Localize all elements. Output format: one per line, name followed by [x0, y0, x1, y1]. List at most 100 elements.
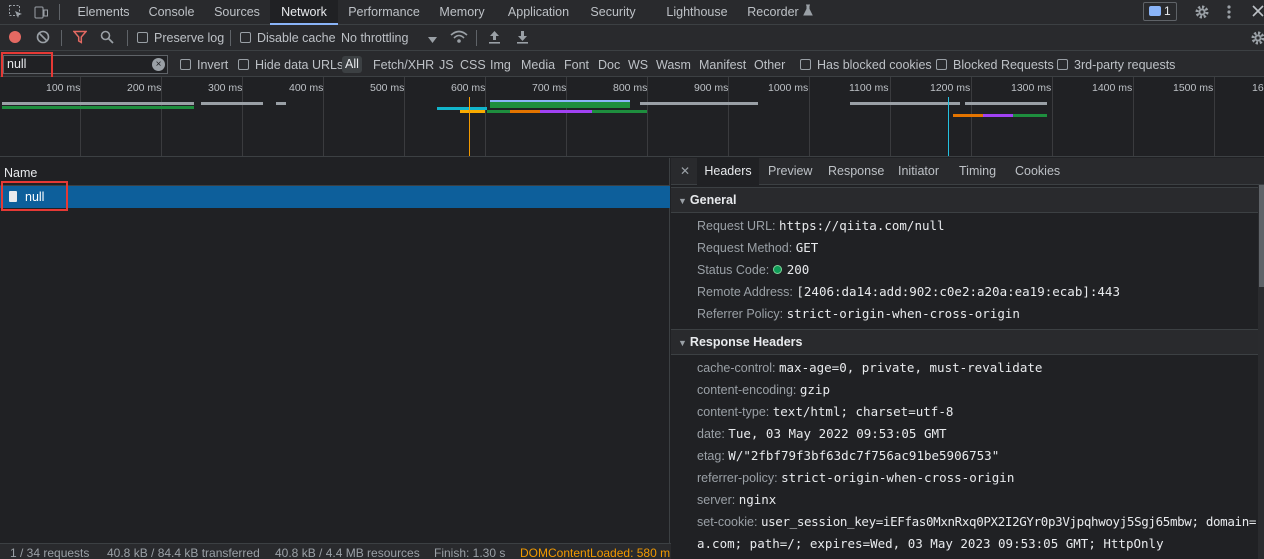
- type-filter-manifest[interactable]: Manifest: [699, 57, 746, 73]
- has-blocked-cookies-checkbox[interactable]: Has blocked cookies: [800, 57, 932, 73]
- header-key: Referrer Policy:: [697, 307, 784, 321]
- expand-triangle-icon: ▼: [678, 196, 687, 206]
- invert-label: Invert: [197, 58, 229, 72]
- blocked-requests-check[interactable]: [936, 59, 947, 70]
- ruler-label: 600 ms: [451, 82, 486, 94]
- clear-icon[interactable]: [36, 30, 50, 46]
- toolbar-separator: [476, 30, 477, 46]
- general-section-header[interactable]: ▼ General: [671, 187, 1258, 213]
- invert-check[interactable]: [180, 59, 191, 70]
- column-header-name[interactable]: Name: [0, 162, 670, 186]
- tab-console[interactable]: Console: [140, 0, 203, 25]
- issues-messages-badge[interactable]: 1: [1143, 2, 1177, 21]
- search-icon[interactable]: [100, 30, 114, 46]
- tab-response[interactable]: Response: [828, 158, 884, 185]
- disable-cache-label: Disable cache: [257, 31, 336, 45]
- type-filter-css[interactable]: CSS: [460, 57, 486, 73]
- type-filter-other[interactable]: Other: [754, 57, 785, 73]
- device-toolbar-icon[interactable]: [33, 4, 49, 20]
- settings-gear-icon[interactable]: [1194, 4, 1210, 20]
- type-filter-all[interactable]: All: [342, 56, 362, 73]
- type-filter-fetch-xhr[interactable]: Fetch/XHR: [373, 57, 434, 73]
- ruler-label: 1000 ms: [768, 82, 809, 94]
- third-party-requests-checkbox[interactable]: 3rd-party requests: [1057, 57, 1175, 73]
- tab-network[interactable]: Network: [270, 0, 338, 25]
- has-blocked-cookies-check[interactable]: [800, 59, 811, 70]
- type-filter-ws[interactable]: WS: [628, 57, 648, 73]
- tab-memory[interactable]: Memory: [432, 0, 492, 25]
- preserve-log-checkbox[interactable]: Preserve log: [137, 30, 224, 46]
- status-transferred: 40.8 kB / 84.4 kB transferred: [107, 546, 260, 559]
- disable-cache-checkbox[interactable]: Disable cache: [240, 30, 336, 46]
- type-filter-media[interactable]: Media: [521, 57, 555, 73]
- network-settings-gear-icon[interactable]: [1250, 30, 1264, 46]
- tab-performance[interactable]: Performance: [340, 0, 428, 25]
- header-key: etag:: [697, 449, 725, 463]
- header-key: content-encoding:: [697, 383, 797, 397]
- type-filter-font[interactable]: Font: [564, 57, 589, 73]
- tab-application[interactable]: Application: [500, 0, 577, 25]
- filter-input-highlight-box: [1, 52, 53, 79]
- ruler-label: 700 ms: [532, 82, 567, 94]
- hide-data-urls-check[interactable]: [238, 59, 249, 70]
- timeline-bar: [510, 110, 540, 113]
- ruler-gridline: [1052, 77, 1053, 156]
- general-row-request-method: Request Method: GET: [697, 240, 818, 255]
- export-har-icon[interactable]: [516, 30, 529, 46]
- tab-lighthouse[interactable]: Lighthouse: [660, 0, 734, 25]
- header-value: 200: [786, 262, 810, 277]
- response-headers-section-header[interactable]: ▼ Response Headers: [671, 329, 1258, 355]
- invert-checkbox[interactable]: Invert: [180, 57, 228, 73]
- header-key: date:: [697, 427, 725, 441]
- type-filter-doc[interactable]: Doc: [598, 57, 620, 73]
- type-filter-wasm[interactable]: Wasm: [656, 57, 691, 73]
- tab-headers[interactable]: Headers: [697, 158, 759, 185]
- timeline-bar: [276, 102, 286, 105]
- tab-security[interactable]: Security: [583, 0, 643, 25]
- general-row-request-url: Request URL: https://qiita.com/null: [697, 218, 945, 233]
- ruler-label: 800 ms: [613, 82, 648, 94]
- throttling-dropdown-arrow-icon[interactable]: [428, 32, 437, 48]
- tab-sources[interactable]: Sources: [206, 0, 268, 25]
- toolbar-separator: [61, 30, 62, 46]
- inspect-element-icon[interactable]: [8, 4, 24, 20]
- tab-recorder[interactable]: Recorder: [745, 0, 801, 25]
- blocked-requests-checkbox[interactable]: Blocked Requests: [936, 57, 1054, 73]
- general-row-status-code: Status Code: 200: [697, 262, 809, 277]
- tab-elements[interactable]: Elements: [70, 0, 137, 25]
- header-value: nginx: [738, 492, 777, 507]
- third-party-requests-check[interactable]: [1057, 59, 1068, 70]
- timeline-bar: [2, 102, 194, 105]
- request-row[interactable]: null: [0, 186, 670, 208]
- network-toolbar: Preserve log Disable cache No throttling: [0, 25, 1264, 51]
- tab-separator: [59, 4, 60, 20]
- hide-data-urls-checkbox[interactable]: Hide data URLs: [238, 57, 343, 73]
- disable-cache-check[interactable]: [240, 32, 251, 43]
- clear-filter-icon[interactable]: ×: [152, 58, 165, 71]
- network-status-bar: 1 / 34 requests 40.8 kB / 84.4 kB transf…: [0, 543, 671, 559]
- close-details-icon[interactable]: ✕: [680, 164, 690, 178]
- tab-cookies[interactable]: Cookies: [1015, 158, 1060, 185]
- network-overview-timeline[interactable]: 100 ms 200 ms 300 ms 400 ms 500 ms 600 m…: [0, 77, 1264, 157]
- close-devtools-icon[interactable]: [1250, 4, 1264, 20]
- filter-icon[interactable]: [72, 30, 88, 46]
- record-icon[interactable]: [8, 30, 22, 46]
- status-finish: Finish: 1.30 s: [434, 546, 506, 559]
- header-value: gzip: [799, 382, 830, 397]
- tab-initiator[interactable]: Initiator: [898, 158, 939, 185]
- throttling-select[interactable]: No throttling: [341, 30, 408, 46]
- type-filter-js[interactable]: JS: [439, 57, 454, 73]
- request-list-panel: Name null: [0, 158, 670, 543]
- tab-preview[interactable]: Preview: [768, 158, 812, 185]
- message-icon: [1149, 6, 1161, 16]
- general-row-referrer-policy: Referrer Policy: strict-origin-when-cros…: [697, 306, 1020, 321]
- ruler-label: 1400 ms: [1092, 82, 1133, 94]
- more-options-icon[interactable]: [1221, 4, 1237, 20]
- network-conditions-wifi-icon[interactable]: [450, 30, 468, 46]
- header-key: Status Code:: [697, 263, 770, 277]
- tab-timing[interactable]: Timing: [959, 158, 996, 185]
- type-filter-img[interactable]: Img: [490, 57, 511, 73]
- preserve-log-check[interactable]: [137, 32, 148, 43]
- import-har-icon[interactable]: [488, 30, 501, 46]
- details-scrollbar-thumb[interactable]: [1259, 185, 1264, 287]
